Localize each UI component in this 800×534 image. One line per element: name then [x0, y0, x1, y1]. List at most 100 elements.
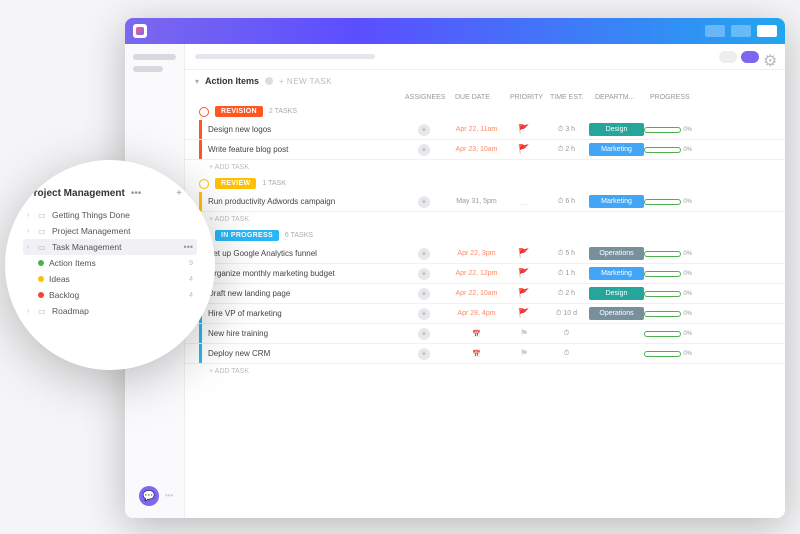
time-estimate: ⏱ 10 d	[544, 310, 589, 318]
task-name-cell: Draft new landing page	[199, 284, 399, 303]
task-name-cell: Run productivity Adwords campaign	[199, 192, 399, 211]
progress-text: 0%	[683, 271, 692, 277]
window-minimize-button[interactable]	[705, 25, 725, 37]
window-maximize-button[interactable]	[731, 25, 751, 37]
status-group-header[interactable]: IN PROGRESS6 TASKS	[185, 227, 785, 244]
status-group-header[interactable]: REVISION2 TASKS	[185, 103, 785, 120]
more-icon[interactable]: •••	[131, 188, 142, 199]
status-tag: REVISION	[215, 106, 263, 117]
sidebar-item-label: Action Items	[49, 258, 96, 268]
due-date[interactable]: Apr 22, 12pm	[449, 270, 504, 277]
time-estimate-icon[interactable]: ⏱	[544, 330, 589, 338]
folder-icon: ▭	[38, 211, 47, 220]
priority-flag-icon[interactable]: …	[504, 197, 544, 207]
sidebar-item-label: Getting Things Done	[52, 210, 130, 220]
progress-text: 0%	[683, 291, 692, 297]
new-task-button[interactable]: + NEW TASK	[279, 77, 332, 86]
add-task-button[interactable]: + ADD TASK	[185, 212, 785, 227]
add-task-button[interactable]: + ADD TASK	[185, 160, 785, 175]
status-circle-icon	[199, 179, 209, 189]
sidebar-item[interactable]: Action Items9	[27, 255, 193, 271]
progress-text: 0%	[683, 199, 692, 205]
due-date[interactable]: Apr 28, 4pm	[449, 310, 504, 317]
priority-flag-icon[interactable]: 🚩	[504, 124, 544, 135]
progress-cell: 0%	[644, 251, 692, 257]
priority-flag-icon[interactable]: ⚑	[504, 328, 544, 339]
sidebar-item-label: Ideas	[49, 274, 70, 284]
task-name-cell: Hire VP of marketing	[199, 304, 399, 323]
assignee-avatar[interactable]: +	[418, 124, 430, 136]
priority-flag-icon[interactable]: ⚑	[504, 348, 544, 359]
col-priority: PRIORITY	[510, 94, 550, 101]
progress-cell: 0%	[644, 311, 692, 317]
assignee-avatar[interactable]: +	[418, 288, 430, 300]
due-date[interactable]: May 31, 5pm	[449, 198, 504, 205]
progress-text: 0%	[683, 127, 692, 133]
status-tag: IN PROGRESS	[215, 230, 279, 241]
priority-flag-icon[interactable]: 🚩	[504, 144, 544, 155]
list-dot-icon	[38, 292, 44, 298]
department-tag: Design	[589, 123, 644, 136]
gear-icon[interactable]: ⚙	[763, 51, 775, 63]
priority-flag-icon[interactable]: 🚩	[504, 288, 544, 299]
task-title: Design new logos	[208, 125, 271, 134]
view-toggle-option-active[interactable]	[741, 51, 759, 63]
sidebar-item[interactable]: ›▭Task Management•••	[23, 239, 197, 255]
sidebar-item[interactable]: ›▭Getting Things Done	[27, 207, 193, 223]
info-icon[interactable]	[265, 77, 273, 85]
progress-text: 0%	[683, 311, 692, 317]
due-date-icon[interactable]: 📅	[449, 350, 504, 358]
view-toggle-option[interactable]	[719, 51, 737, 63]
task-title: Set up Google Analytics funnel	[208, 249, 317, 258]
task-row[interactable]: Deploy new CRM+📅⚑⏱0%	[185, 344, 785, 364]
sidebar-placeholder	[133, 66, 163, 72]
progress-cell: 0%	[644, 271, 692, 277]
assignee-avatar[interactable]: +	[418, 144, 430, 156]
time-estimate-icon[interactable]: ⏱	[544, 350, 589, 358]
sidebar-item[interactable]: ›▭Roadmap	[27, 303, 193, 319]
time-estimate: ⏱ 3 h	[544, 126, 589, 134]
chevron-down-icon[interactable]: ▾	[195, 77, 199, 86]
progress-bar	[644, 147, 681, 153]
plus-icon[interactable]: +	[176, 188, 182, 199]
assignee-avatar[interactable]: +	[418, 308, 430, 320]
add-task-button[interactable]: + ADD TASK	[185, 364, 785, 379]
progress-text: 0%	[683, 147, 692, 153]
main-panel: ⚙ ▾ Action Items + NEW TASK ASSIGNEES DU…	[185, 44, 785, 518]
assignee-avatar[interactable]: +	[418, 328, 430, 340]
task-row[interactable]: Set up Google Analytics funnel + Apr 22, 3…	[185, 244, 785, 264]
chevron-right-icon: ›	[27, 228, 33, 235]
due-date[interactable]: Apr 22, 3pm	[449, 250, 504, 257]
task-row[interactable]: Organize monthly marketing budget + Apr 22…	[185, 264, 785, 284]
time-estimate: ⏱ 2 h	[544, 146, 589, 154]
assignee-avatar[interactable]: +	[418, 348, 430, 360]
item-count: 4	[189, 292, 193, 299]
priority-flag-icon[interactable]: 🚩	[504, 268, 544, 279]
task-row[interactable]: Hire VP of marketing+Apr 28, 4pm🚩⏱ 10 dO…	[185, 304, 785, 324]
due-date-icon[interactable]: 📅	[449, 330, 504, 338]
task-row[interactable]: Write feature blog post+Apr 23, 10am🚩⏱ 2…	[185, 140, 785, 160]
sidebar-item-label: Task Management	[52, 242, 121, 252]
task-title: Organize monthly marketing budget	[208, 269, 335, 278]
sidebar-item[interactable]: ›▭Project Management	[27, 223, 193, 239]
task-row[interactable]: New hire training+📅⚑⏱0%	[185, 324, 785, 344]
task-row[interactable]: Run productivity Adwords campaign + May 31…	[185, 192, 785, 212]
due-date[interactable]: Apr 23, 10am	[449, 146, 504, 153]
sidebar-item[interactable]: Ideas4	[27, 271, 193, 287]
assignee-avatar[interactable]: +	[418, 248, 430, 260]
due-date[interactable]: Apr 22, 11am	[449, 126, 504, 133]
priority-flag-icon[interactable]: 🚩	[504, 248, 544, 259]
assignee-avatar[interactable]: +	[418, 196, 430, 208]
window-close-button[interactable]	[757, 25, 777, 37]
folder-icon: ▭	[38, 227, 47, 236]
task-row[interactable]: Draft new landing page+Apr 22, 10am🚩⏱ 2 …	[185, 284, 785, 304]
assignee-avatar[interactable]: +	[418, 268, 430, 280]
due-date[interactable]: Apr 22, 10am	[449, 290, 504, 297]
progress-bar	[644, 199, 681, 205]
status-tag: REVIEW	[215, 178, 256, 189]
sidebar-item[interactable]: Backlog4	[27, 287, 193, 303]
priority-flag-icon[interactable]: 🚩	[504, 308, 544, 319]
more-icon[interactable]: •••	[184, 242, 193, 252]
task-row[interactable]: Design new logos + Apr 22, 11am🚩⏱ 3 hDesig…	[185, 120, 785, 140]
status-group-header[interactable]: REVIEW1 TASK	[185, 175, 785, 192]
